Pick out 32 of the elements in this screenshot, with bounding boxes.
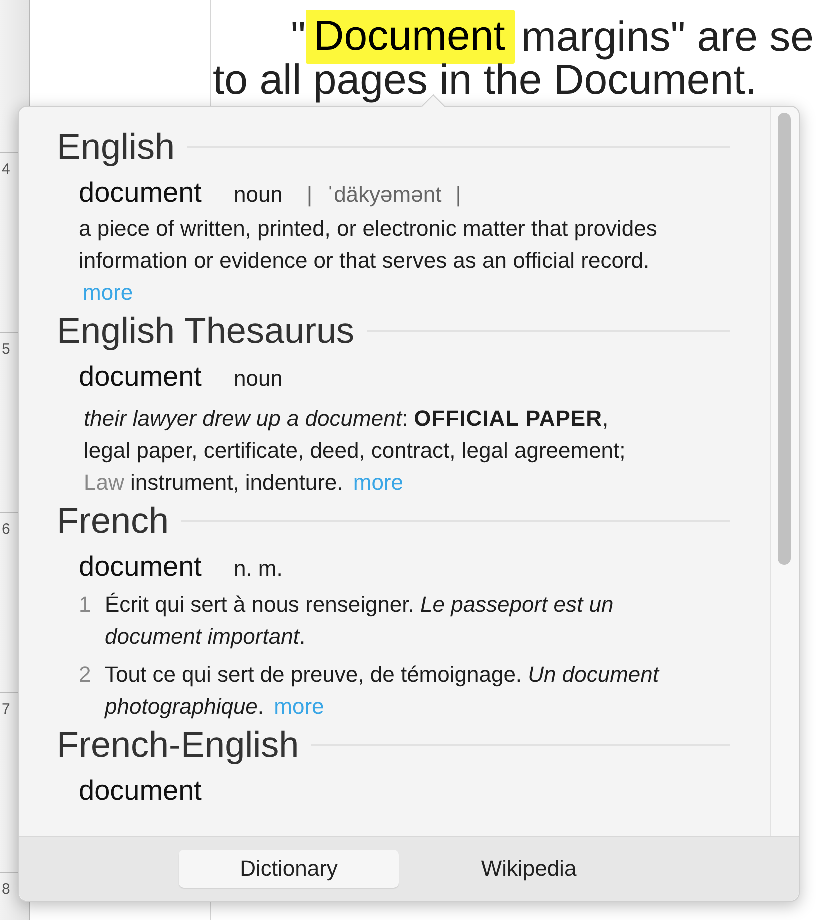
part-of-speech: noun [234, 182, 283, 208]
more-link[interactable]: more [274, 694, 324, 719]
section-heading: English [57, 125, 176, 169]
scrollbar-thumb[interactable] [778, 113, 791, 565]
more-link[interactable]: more [83, 280, 134, 305]
section-heading: French-English [57, 723, 300, 767]
ruler-number: 5 [2, 341, 10, 358]
document-text: margins" are se [521, 13, 814, 61]
sense-text: Écrit qui sert à nous renseigner. Le passeport est un document important. [105, 591, 615, 651]
pronunciation: | ˈdäkyəmənt | [306, 182, 462, 208]
headword: document [79, 551, 202, 583]
highlighted-word: Document [306, 10, 516, 64]
ruler-number: 4 [2, 161, 10, 178]
tab[interactable]: Wikipedia [419, 850, 639, 888]
ruler-number: 7 [2, 701, 10, 718]
part-of-speech: noun [234, 366, 283, 392]
part-of-speech: n. m. [234, 556, 283, 582]
headword: document [79, 361, 202, 393]
tab[interactable]: Dictionary [179, 850, 399, 888]
definition-text: a piece of written, printed, or electronic matter that provides information or evidence or that serves as an official record. more [79, 215, 658, 307]
ruler-number: 8 [2, 881, 10, 898]
document-text: " [291, 13, 306, 61]
headword: document [79, 775, 202, 807]
section-heading: English Thesaurus [57, 309, 355, 353]
synonyms-text: their lawyer drew up a document: OFFICIAL PAPER, legal paper, certificate, deed, contract, legal agreement; Law instrument, indenture. more [84, 405, 627, 497]
sense-number: 1 [79, 591, 92, 619]
sense-number: 2 [79, 661, 92, 689]
section-heading: French [57, 499, 170, 543]
headword: document [79, 177, 202, 209]
sense-text: Tout ce qui sert de preuve, de témoignage. Un document photographique. more [105, 661, 661, 721]
more-link[interactable]: more [353, 470, 404, 495]
ruler-number: 6 [2, 521, 10, 538]
